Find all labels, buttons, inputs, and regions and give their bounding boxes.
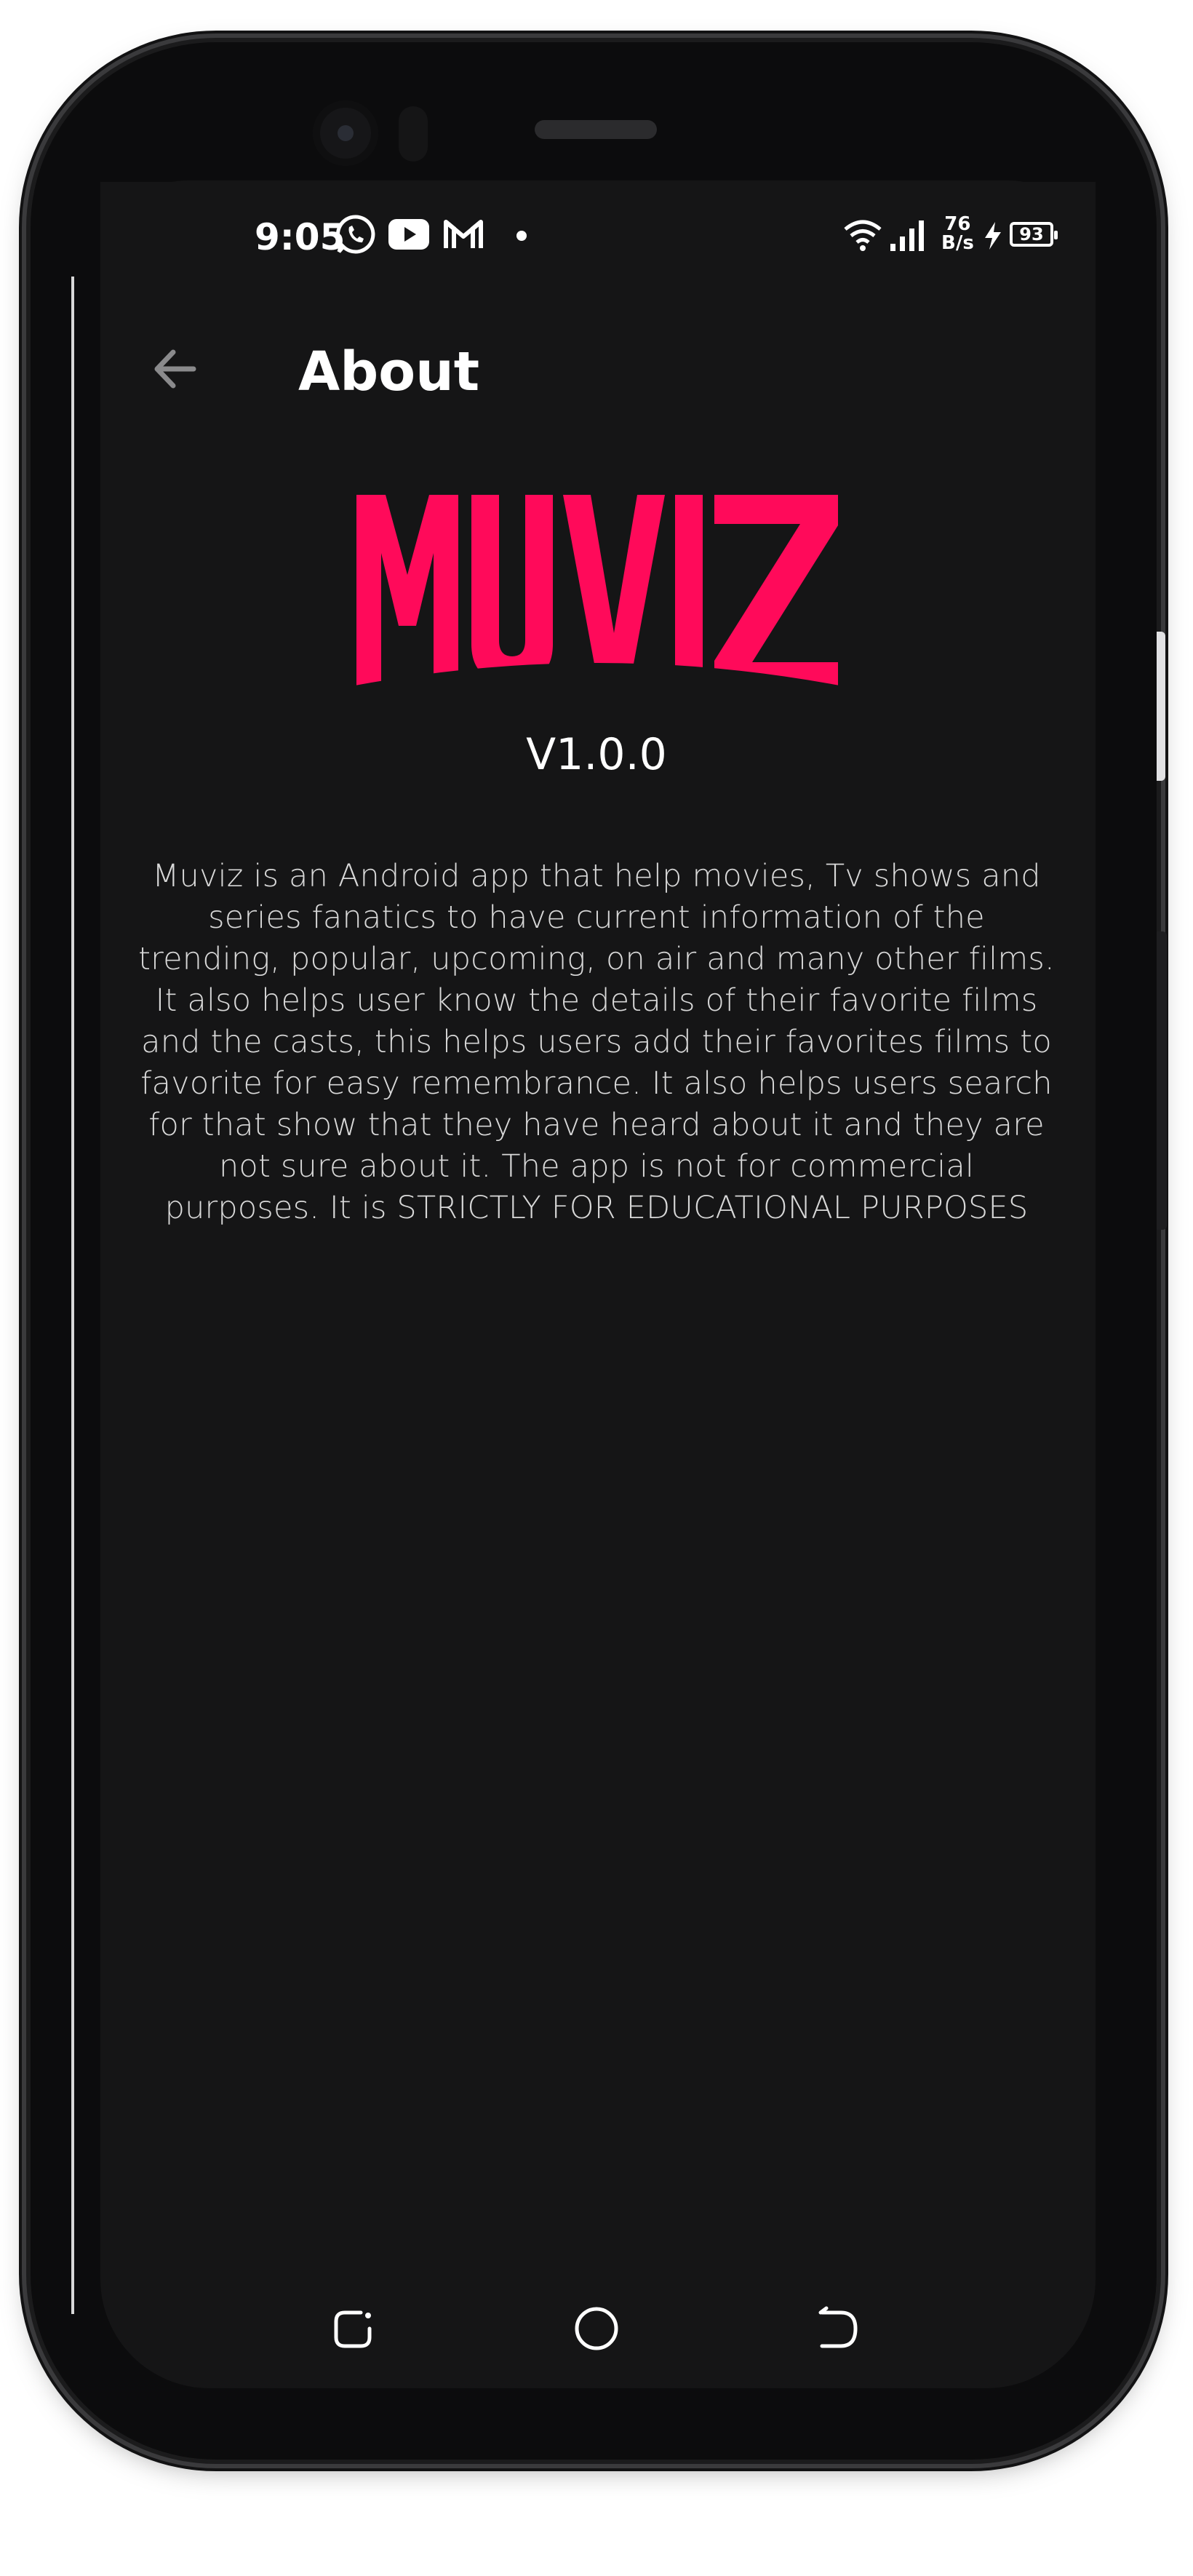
network-speed-unit: B/s: [941, 232, 974, 254]
network-speed-value: 76: [944, 213, 971, 235]
power-button: [1157, 931, 1167, 1230]
arrow-left-icon: [154, 349, 196, 389]
home-button[interactable]: [567, 2299, 626, 2358]
notification-dot: [516, 231, 527, 241]
page-title: About: [298, 341, 480, 403]
proximity-sensor: [399, 106, 428, 162]
status-time: 9:05: [255, 216, 346, 258]
home-icon: [575, 2307, 618, 2350]
muviz-logo: [356, 495, 838, 685]
battery-icon: 93: [1010, 222, 1058, 247]
earpiece-speaker: [535, 120, 657, 139]
status-bar: 9:05 76 B/s 93: [100, 207, 1096, 266]
back-button[interactable]: [144, 336, 210, 402]
screen-edge: [71, 277, 74, 2314]
signal-icon: [890, 220, 924, 251]
youtube-icon: [388, 219, 429, 250]
whatsapp-icon: [335, 215, 375, 254]
recents-icon: [334, 2310, 372, 2348]
network-speed: 76 B/s: [941, 215, 974, 253]
battery-level: 93: [1019, 224, 1044, 245]
charging-icon: [985, 222, 1001, 250]
gmail-icon: [444, 220, 483, 248]
back-icon: [820, 2310, 858, 2348]
app-version: V1.0.0: [526, 729, 667, 780]
front-camera: [313, 100, 378, 166]
app-description: Muviz is an Android app that help movies…: [138, 858, 1055, 1226]
wifi-icon: [844, 220, 882, 251]
nav-back-button[interactable]: [810, 2299, 869, 2358]
recents-button[interactable]: [324, 2299, 383, 2358]
